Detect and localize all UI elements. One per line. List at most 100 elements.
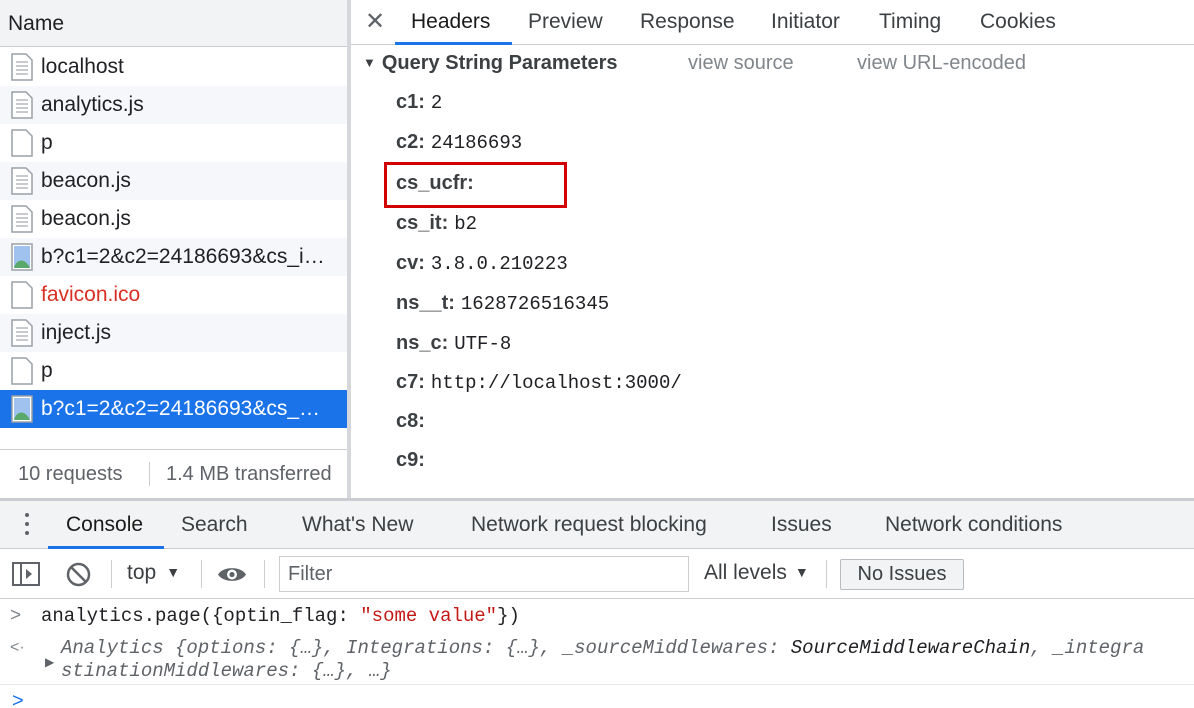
request-name: favicon.ico: [41, 283, 141, 306]
param-value: UTF-8: [454, 333, 512, 355]
request-count: 10 requests: [18, 463, 123, 485]
toolbar-divider: [111, 560, 112, 588]
expand-triangle-icon[interactable]: ▶: [45, 655, 54, 669]
console-line-divider: [0, 684, 1194, 685]
drawer-tab-bar: Console Search What's New Network reques…: [0, 501, 1194, 549]
network-status-bar: 10 requests 1.4 MB transferred: [0, 449, 347, 498]
tab-headers[interactable]: Headers: [411, 10, 490, 34]
image-icon: [0, 395, 41, 423]
drawer-tab-search[interactable]: Search: [181, 513, 248, 537]
request-row[interactable]: b?c1=2&c2=24186693&cs_…: [0, 390, 347, 428]
param-value: 3.8.0.210223: [430, 253, 568, 275]
transferred-size: 1.4 MB transferred: [166, 463, 332, 485]
request-list: localhost analytics.js p beacon.js beacon.js…: [0, 48, 347, 428]
request-row[interactable]: beacon.js: [0, 200, 347, 238]
request-row[interactable]: favicon.ico: [0, 276, 347, 314]
view-url-encoded-link[interactable]: view URL-encoded: [857, 52, 1026, 75]
request-name: inject.js: [41, 321, 112, 344]
request-row[interactable]: p: [0, 352, 347, 390]
param-key: cs_it:: [396, 212, 449, 234]
log-levels-dropdown[interactable]: All levels ▼: [704, 561, 809, 585]
param-key: c7:: [396, 371, 425, 393]
request-row[interactable]: beacon.js: [0, 162, 347, 200]
drawer-tab-console[interactable]: Console: [66, 513, 143, 537]
log-levels-value: All levels: [704, 561, 787, 584]
query-param-row: cs_it: b2: [396, 212, 477, 235]
request-name: localhost: [41, 55, 124, 78]
blank-file-icon: [0, 357, 41, 385]
context-selector[interactable]: top ▼: [127, 561, 180, 585]
highlight-annotation-box: [384, 162, 567, 208]
tab-response[interactable]: Response: [640, 10, 735, 34]
drawer-tab-network-conditions[interactable]: Network conditions: [885, 513, 1062, 537]
request-name: p: [41, 359, 53, 382]
tab-initiator[interactable]: Initiator: [771, 10, 840, 34]
close-icon[interactable]: ✕: [365, 7, 385, 36]
query-param-row: cv: 3.8.0.210223: [396, 252, 568, 275]
drawer-tab-network-request-blocking[interactable]: Network request blocking: [471, 513, 707, 537]
console-result-object-cont: stinationMiddlewares: {…}, …}: [61, 660, 392, 682]
request-row[interactable]: analytics.js: [0, 86, 347, 124]
request-detail-pane: ✕ Headers Preview Response Initiator Tim…: [351, 0, 1194, 498]
param-key: cv:: [396, 252, 425, 274]
input-chevron-icon: >: [10, 605, 22, 626]
console-prompt-icon[interactable]: >: [12, 690, 24, 708]
chevron-down-icon: ▼: [794, 564, 809, 580]
param-key: ns__t:: [396, 292, 455, 314]
live-expression-eye-icon[interactable]: [217, 565, 247, 589]
query-param-row: c9:: [396, 449, 431, 472]
param-value: 1628726516345: [460, 293, 610, 315]
query-param-row: ns__t: 1628726516345: [396, 292, 609, 315]
more-options-icon[interactable]: [22, 513, 32, 539]
request-row[interactable]: p: [0, 124, 347, 162]
request-row[interactable]: b?c1=2&c2=24186693&cs_i…: [0, 238, 347, 276]
request-row[interactable]: inject.js: [0, 314, 347, 352]
detail-tab-bar: ✕ Headers Preview Response Initiator Tim…: [351, 0, 1194, 45]
console-result-object[interactable]: Analytics {options: {…}, Integrations: {…: [61, 637, 1144, 659]
tab-cookies[interactable]: Cookies: [980, 10, 1056, 34]
query-string-header[interactable]: ▼ Query String Parameters: [363, 52, 618, 75]
param-value: 2: [430, 92, 443, 114]
drawer-tab-issues[interactable]: Issues: [771, 513, 832, 537]
toolbar-divider: [201, 560, 202, 588]
output-return-icon: <·: [10, 639, 25, 656]
request-name: analytics.js: [41, 93, 144, 116]
toolbar-divider: [264, 560, 265, 588]
param-value: http://localhost:3000/: [430, 372, 682, 394]
view-source-link[interactable]: view source: [688, 52, 794, 75]
query-string-section: ▼ Query String Parameters view source vie…: [351, 46, 1194, 498]
collapse-triangle-icon: ▼: [363, 55, 376, 70]
console-filter-input[interactable]: [279, 556, 689, 592]
blank-file-icon: [0, 281, 41, 309]
param-key: ns_c:: [396, 332, 449, 354]
request-name: b?c1=2&c2=24186693&cs_…: [41, 397, 321, 420]
script-icon: [0, 319, 41, 347]
param-key: c2:: [396, 131, 425, 153]
name-column-header[interactable]: Name: [0, 0, 347, 47]
query-param-row: c2: 24186693: [396, 131, 522, 154]
request-row[interactable]: localhost: [0, 48, 347, 86]
chevron-down-icon: ▼: [166, 564, 181, 580]
clear-console-icon[interactable]: [66, 562, 91, 592]
drawer-tab-whats-new[interactable]: What's New: [302, 513, 413, 537]
query-param-row: c8:: [396, 410, 431, 433]
name-column-label: Name: [8, 12, 65, 35]
drawer-active-tab-indicator: [48, 546, 164, 549]
param-value: b2: [454, 213, 478, 235]
toggle-sidebar-icon[interactable]: [12, 562, 40, 591]
active-tab-indicator: [395, 42, 512, 45]
script-icon: [0, 167, 41, 195]
request-name: p: [41, 131, 53, 154]
console-output: > analytics.page({optin_flag: "some valu…: [0, 600, 1194, 708]
tab-timing[interactable]: Timing: [879, 10, 941, 34]
request-name: beacon.js: [41, 207, 131, 230]
context-value: top: [127, 561, 157, 584]
console-command[interactable]: analytics.page({optin_flag: "some value"…: [41, 605, 520, 627]
query-string-title: Query String Parameters: [381, 52, 618, 74]
status-divider: [149, 462, 150, 486]
no-issues-button[interactable]: No Issues: [840, 559, 964, 590]
document-icon: [0, 53, 41, 81]
script-icon: [0, 91, 41, 119]
tab-preview[interactable]: Preview: [528, 10, 603, 34]
request-list-pane: Name localhost analytics.js p beacon.js beac…: [0, 0, 347, 498]
